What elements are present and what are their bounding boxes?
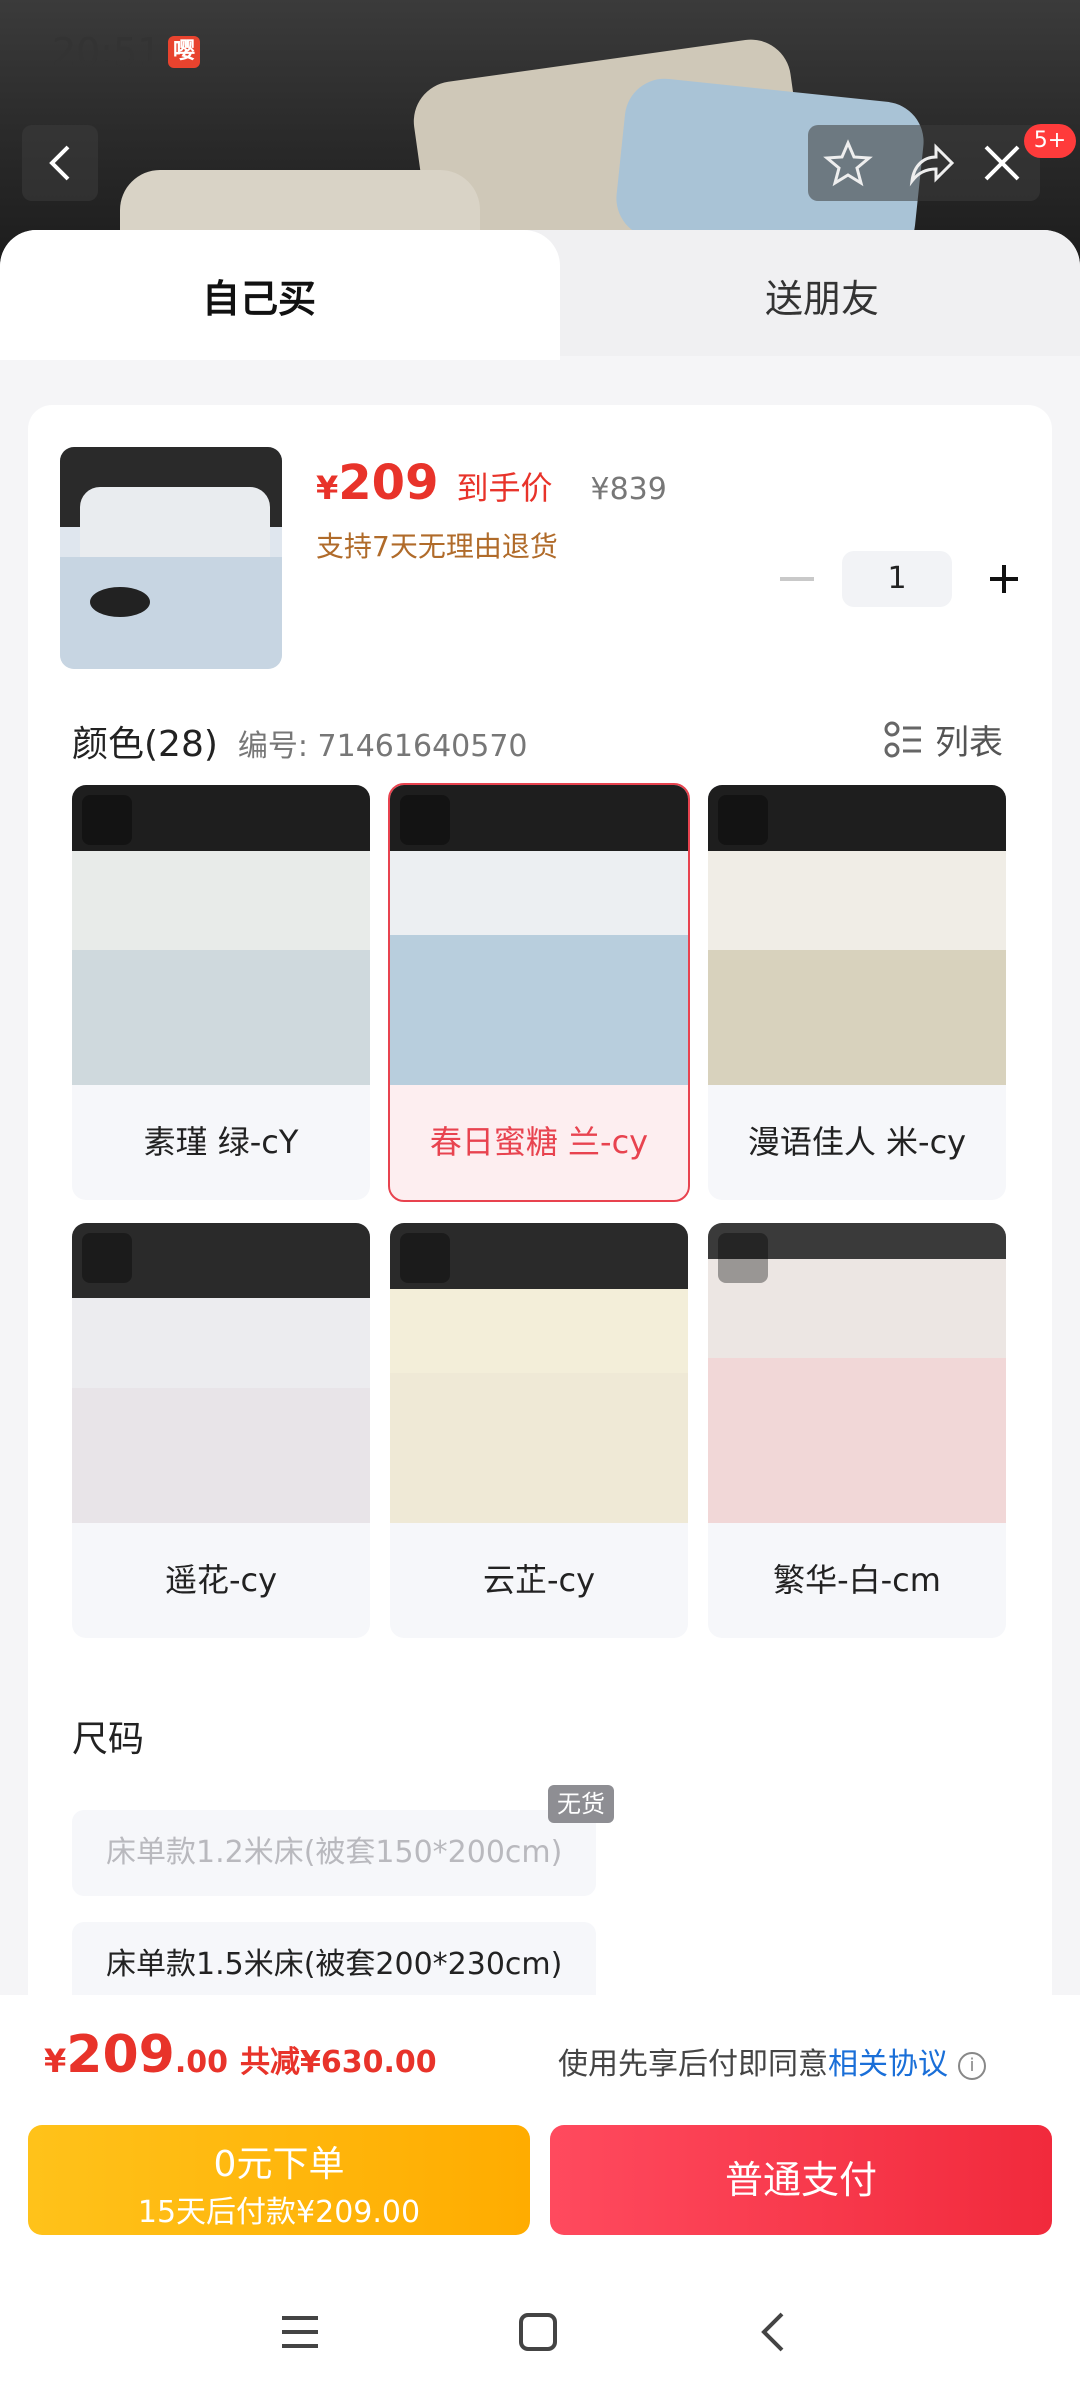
favorite-star-icon[interactable] [822,137,874,189]
notification-count-badge: 5+ [1024,124,1076,158]
nav-back-icon[interactable] [752,2310,796,2354]
color-option[interactable]: 遥花-cy [72,1223,370,1638]
purchase-tabs: 送朋友 自己买 [0,230,1080,360]
menu-icon[interactable] [278,2310,322,2354]
color-option-image [708,1223,1006,1523]
share-icon[interactable] [904,137,956,189]
color-option-image [390,785,688,1085]
total-integer: 209 [66,2025,175,2085]
out-of-stock-badge: 无货 [548,1785,614,1823]
final-price: 209 [338,455,439,511]
expand-icon[interactable] [718,1233,768,1283]
expand-icon[interactable] [400,1233,450,1283]
expand-icon[interactable] [82,795,132,845]
color-option[interactable]: 云芷-cy [390,1223,688,1638]
buy-now-pay-later-button[interactable]: 0元下单 15天后付款¥209.00 [28,2125,530,2235]
price-label: 到手价 [456,469,553,507]
app-notification-icon: 嘤 [168,36,200,68]
home-icon[interactable] [516,2310,560,2354]
list-view-label: 列表 [935,723,1003,763]
color-option-selected[interactable]: 春日蜜糖 兰-cy [388,783,690,1202]
quantity-field[interactable]: 1 [842,551,952,607]
agreement-text: 使用先享后付即同意 [558,2047,828,2082]
total-decimal: .00 [174,2045,228,2080]
size-section-title: 尺码 [72,1719,145,1760]
quantity-increase-button[interactable] [978,553,1030,605]
purchase-sheet: 送朋友 自己买 ¥ 209 到手价 ¥839 支持7天无理由退货 1 颜色(28… [0,230,1080,2400]
size-option-disabled[interactable]: 床单款1.2米床(被套150*200cm) [72,1810,597,1896]
total-currency: ¥ [44,2042,67,2080]
price-currency: ¥ [316,469,339,507]
tab-label: 自己买 [202,277,317,321]
color-option-label: 繁华-白-cm [773,1561,941,1599]
bnpl-title: 0元下单 [213,2144,345,2185]
color-option-label: 漫语佳人 米-cy [747,1123,967,1161]
original-price: ¥839 [590,472,667,507]
color-option-image [708,785,1006,1085]
header-actions [808,125,1040,201]
color-section-header: 颜色(28) 编号: 71461640570 [72,715,528,767]
product-code: 编号: 71461640570 [237,729,528,764]
expand-icon[interactable] [82,1233,132,1283]
color-option[interactable]: 漫语佳人 米-cy [708,785,1006,1200]
status-bar: 20:51 嘤 [0,0,1080,110]
list-view-toggle[interactable]: 列表 [883,715,1003,764]
quantity-decrease-button[interactable] [780,577,814,581]
color-option-label: 春日蜜糖 兰-cy [429,1123,649,1161]
pay-now-button[interactable]: 普通支付 [550,2125,1052,2235]
return-policy: 支持7天无理由退货 [316,530,558,563]
savings-amount: 共减¥630.00 [239,2045,437,2080]
info-icon[interactable]: i [958,2051,986,2080]
agreement-link[interactable]: 相关协议 [828,2047,948,2082]
expand-icon[interactable] [718,795,768,845]
checkout-bar: ¥ 209 .00 共减¥630.00 使用先享后付即同意相关协议 i 0元下单 … [0,1995,1080,2400]
color-option[interactable]: 繁华-白-cm [708,1223,1006,1638]
bnpl-subtitle: 15天后付款¥209.00 [137,2195,421,2230]
expand-icon[interactable] [400,795,450,845]
color-option-image [72,785,370,1085]
price-row: ¥ 209 到手价 ¥839 [316,455,667,515]
sku-card: ¥ 209 到手价 ¥839 支持7天无理由退货 1 颜色(28) 编号: 71… [28,405,1052,2225]
color-option-image [390,1223,688,1523]
color-option[interactable]: 素瑾 绿-cY [72,785,370,1200]
color-option-label: 云芷-cy [482,1561,596,1599]
agreement-notice: 使用先享后付即同意相关协议 i [558,2039,986,2083]
close-icon[interactable] [976,137,1028,189]
color-option-label: 素瑾 绿-cY [143,1123,299,1161]
total-price: ¥ 209 .00 共减¥630.00 [44,2025,437,2085]
tab-gift-friend[interactable]: 送朋友 [520,230,1080,356]
back-button[interactable] [22,125,98,201]
list-icon [884,721,921,757]
tab-label: 送朋友 [765,277,880,321]
tab-buy-myself[interactable]: 自己买 [0,230,560,360]
color-section-title: 颜色(28) [72,724,218,765]
chevron-left-icon [49,145,70,181]
status-time: 20:51 [52,30,162,74]
color-option-image [72,1223,370,1523]
system-nav-bar [0,2290,1080,2400]
product-thumbnail[interactable] [60,447,282,669]
color-option-label: 遥花-cy [164,1561,278,1599]
